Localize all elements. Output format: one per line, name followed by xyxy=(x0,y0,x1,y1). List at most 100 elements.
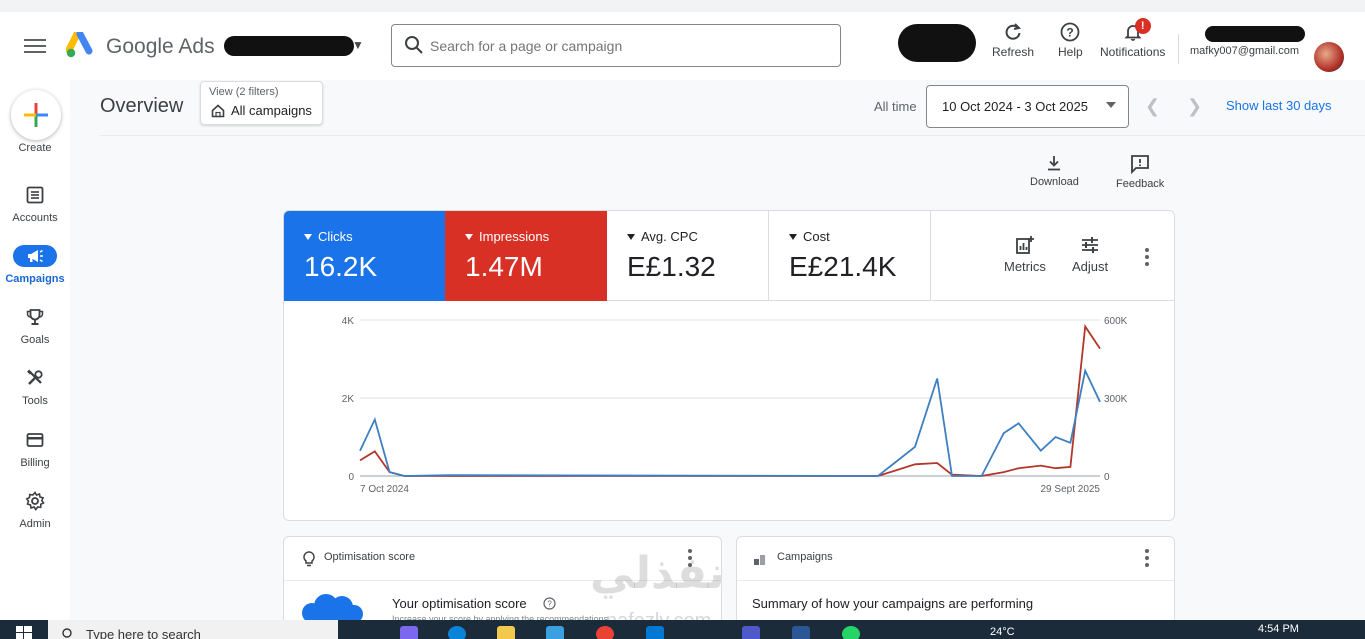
account-redacted xyxy=(1205,26,1305,42)
account-caret-icon[interactable]: ▼ xyxy=(352,38,364,52)
search-input[interactable] xyxy=(430,34,830,58)
metrics-button[interactable]: Metrics xyxy=(1004,235,1046,274)
header-divider-line xyxy=(100,135,1365,136)
metric-label: Cost xyxy=(803,229,830,244)
weather-temperature[interactable]: 24°C xyxy=(990,626,1015,638)
metric-tools: Metrics Adjust xyxy=(932,211,1174,301)
mail-icon[interactable] xyxy=(646,626,664,639)
sidebar-item-label: Tools xyxy=(22,395,48,407)
view-value: All campaigns xyxy=(231,103,312,118)
y-right-tick-label: 0 xyxy=(1104,472,1110,483)
help-outline-icon[interactable]: ? xyxy=(543,597,556,610)
tools-icon xyxy=(27,369,43,385)
sidebar-item-goals[interactable]: Goals xyxy=(0,306,70,346)
caret-down-icon xyxy=(627,233,635,240)
feedback-label: Feedback xyxy=(1116,178,1165,190)
create-label: Create xyxy=(18,142,52,154)
show-last-30-days-link[interactable]: Show last 30 days xyxy=(1226,98,1332,113)
sidebar-item-billing[interactable]: Billing xyxy=(0,429,70,469)
svg-text:?: ? xyxy=(547,600,552,609)
sidebar-item-label: Accounts xyxy=(12,212,58,224)
whatsapp-icon[interactable] xyxy=(842,626,860,639)
sidebar-item-label: Billing xyxy=(20,457,50,469)
sidebar-item-label: Goals xyxy=(20,334,50,346)
feedback-button[interactable]: Feedback xyxy=(1116,154,1164,190)
adjust-button[interactable]: Adjust xyxy=(1072,235,1108,274)
campaigns-icon xyxy=(754,555,765,565)
sidebar-item-accounts[interactable]: Accounts xyxy=(0,184,70,224)
copilot-icon[interactable] xyxy=(400,626,418,639)
help-label: Help xyxy=(1058,45,1083,59)
teams-icon[interactable] xyxy=(742,626,760,639)
windows-start-icon[interactable] xyxy=(16,626,32,639)
y-left-tick-label: 2K xyxy=(342,394,355,405)
refresh-button[interactable]: Refresh xyxy=(992,22,1034,59)
view-filter-chip[interactable]: View (2 filters) All campaigns xyxy=(200,81,323,125)
caret-down-icon xyxy=(304,233,312,240)
trophy-icon xyxy=(26,309,44,325)
avatar[interactable] xyxy=(1314,42,1344,72)
metric-clicks[interactable]: Clicks 16.2K xyxy=(284,211,446,301)
google-ads-logo-icon xyxy=(66,32,93,58)
chevron-left-icon[interactable]: ❮ xyxy=(1145,96,1160,117)
store-icon[interactable] xyxy=(546,626,564,639)
create-button[interactable] xyxy=(11,90,61,140)
taskbar-clock[interactable]: 4:54 PM xyxy=(1258,623,1299,635)
folder-icon[interactable] xyxy=(497,626,515,639)
x-tick-label-start: 7 Oct 2024 xyxy=(360,484,409,495)
watermark-arabic: نفذلي xyxy=(590,549,725,598)
metrics-icon xyxy=(1016,236,1034,254)
sliders-icon xyxy=(1082,237,1099,253)
download-icon xyxy=(1048,156,1061,171)
chevron-right-icon[interactable]: ❯ xyxy=(1187,96,1202,117)
adjust-label: Adjust xyxy=(1072,259,1109,274)
card-icon xyxy=(26,433,44,447)
metric-avg-cpc[interactable]: Avg. CPC E£1.32 xyxy=(607,211,769,301)
user-email: mafky007@gmail.com xyxy=(1190,45,1299,57)
metric-label: Impressions xyxy=(479,229,550,244)
menu-icon[interactable] xyxy=(24,36,46,56)
metric-impressions[interactable]: Impressions 1.47M xyxy=(445,211,607,301)
card-title: Optimisation score xyxy=(324,551,416,563)
taskbar-search[interactable]: Type here to search xyxy=(48,620,338,639)
feedback-icon xyxy=(1131,155,1150,174)
account-name-redacted[interactable] xyxy=(224,36,354,56)
sidebar-item-label: Admin xyxy=(19,518,51,530)
sidebar-item-admin[interactable]: Admin xyxy=(0,490,70,530)
date-range-select[interactable]: 10 Oct 2024 - 3 Oct 2025 xyxy=(926,85,1129,128)
notifications-label: Notifications xyxy=(1100,45,1166,59)
sidebar: Create Accounts Campaigns Goals Tools Bi… xyxy=(0,80,70,620)
more-vert-icon[interactable] xyxy=(1145,248,1149,269)
metric-value: 16.2K xyxy=(304,251,378,282)
metric-value: E£21.4K xyxy=(789,251,897,282)
refresh-icon xyxy=(1005,23,1022,40)
sidebar-item-campaigns[interactable]: Campaigns xyxy=(0,245,70,285)
date-range-value: 10 Oct 2024 - 3 Oct 2025 xyxy=(942,99,1088,114)
notifications-button[interactable]: ! Notifications xyxy=(1100,18,1166,59)
edge-icon[interactable] xyxy=(448,626,466,639)
view-filters-label: View (2 filters) xyxy=(209,86,279,98)
taskbar-search-placeholder: Type here to search xyxy=(86,627,201,639)
search-icon xyxy=(62,628,72,638)
performance-card: Clicks 16.2K Impressions 1.47M Avg. CPC … xyxy=(283,210,1175,521)
gear-icon xyxy=(25,491,45,511)
svg-text:?: ? xyxy=(1067,26,1074,40)
cloud-illustration-icon xyxy=(302,594,363,623)
series-impressions-line xyxy=(359,323,1101,477)
search-box[interactable] xyxy=(391,24,841,67)
metric-value: E£1.32 xyxy=(627,251,716,282)
chrome-icon[interactable] xyxy=(596,626,614,639)
megaphone-icon xyxy=(28,249,43,263)
top-bar: Google Ads ▼ Refresh ? Help ! No xyxy=(0,0,1365,80)
download-button[interactable]: Download xyxy=(1030,154,1079,188)
help-button[interactable]: ? Help xyxy=(1058,22,1083,59)
app-icon[interactable] xyxy=(792,626,810,639)
notification-badge: ! xyxy=(1134,18,1151,34)
metric-label: Clicks xyxy=(318,229,353,244)
x-tick-label-end: 29 Sept 2025 xyxy=(1041,484,1101,495)
more-vert-icon[interactable] xyxy=(1145,549,1149,570)
sidebar-item-tools[interactable]: Tools xyxy=(0,367,70,407)
download-label: Download xyxy=(1030,176,1079,188)
sidebar-item-label: Campaigns xyxy=(5,273,65,285)
metric-cost[interactable]: Cost E£21.4K xyxy=(769,211,931,301)
